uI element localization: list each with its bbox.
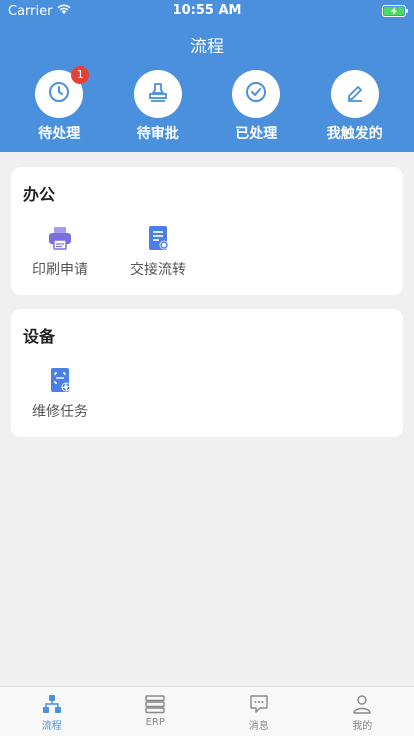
section-grid: 维修任务 bbox=[11, 365, 403, 421]
tab-profile[interactable]: 我的 bbox=[311, 687, 414, 736]
quick-action-circle bbox=[232, 70, 281, 118]
tab-label: 我的 bbox=[352, 721, 373, 732]
user-icon bbox=[351, 693, 373, 715]
print-request-item[interactable]: 印刷申请 bbox=[11, 223, 109, 279]
clock-icon bbox=[47, 80, 71, 108]
grid-item-label: 印刷申请 bbox=[32, 262, 88, 278]
quick-action-circle: 1 bbox=[35, 66, 90, 118]
quick-action-label: 已处理 bbox=[235, 126, 278, 142]
equipment-section-card: 设备 维修任务 bbox=[11, 309, 403, 437]
tab-messages[interactable]: 消息 bbox=[207, 687, 311, 736]
printer-icon bbox=[45, 223, 75, 253]
quick-action-circle bbox=[133, 70, 182, 118]
message-icon bbox=[248, 693, 270, 715]
quick-action-processed[interactable]: 已处理 bbox=[216, 70, 296, 144]
document-transfer-icon bbox=[143, 223, 173, 253]
section-title: 设备 bbox=[23, 327, 56, 346]
quick-action-circle bbox=[330, 70, 379, 118]
maintenance-document-icon bbox=[45, 365, 75, 395]
stamp-icon bbox=[146, 80, 170, 108]
quick-action-pending[interactable]: 1 待处理 bbox=[19, 66, 99, 144]
grid-item-label: 交接流转 bbox=[130, 262, 186, 278]
workflow-icon bbox=[41, 693, 63, 715]
quick-action-label: 我触发的 bbox=[326, 126, 383, 142]
quick-action-approval[interactable]: 待审批 bbox=[118, 70, 198, 144]
office-section-card: 办公 印刷申请 交接流转 bbox=[11, 167, 403, 295]
tab-label: 流程 bbox=[41, 721, 62, 732]
status-time: 10:55 AM bbox=[172, 3, 242, 18]
app-header: Carrier 10:55 AM 流程 1 待处理 待审批 已处理 我触发的 bbox=[0, 0, 414, 152]
status-bar: Carrier 10:55 AM bbox=[0, 0, 414, 22]
maintenance-task-item[interactable]: 维修任务 bbox=[11, 365, 109, 421]
tab-label: 消息 bbox=[248, 721, 269, 732]
tab-label: ERP bbox=[145, 717, 165, 728]
bottom-tab-bar: 流程 ERP 消息 我的 bbox=[0, 686, 414, 736]
check-circle-icon bbox=[244, 80, 268, 108]
page-title: 流程 bbox=[190, 37, 224, 57]
tab-workflow[interactable]: 流程 bbox=[0, 687, 104, 736]
pending-count-badge: 1 bbox=[71, 66, 90, 84]
quick-action-label: 待处理 bbox=[38, 126, 81, 142]
battery-icon bbox=[382, 5, 408, 17]
quick-actions: 1 待处理 待审批 已处理 我触发的 bbox=[0, 66, 414, 144]
section-title: 办公 bbox=[23, 185, 56, 204]
pen-icon bbox=[343, 80, 367, 108]
section-grid: 印刷申请 交接流转 bbox=[11, 223, 403, 279]
server-icon bbox=[144, 693, 166, 715]
handover-transfer-item[interactable]: 交接流转 bbox=[109, 223, 207, 279]
quick-action-initiated[interactable]: 我触发的 bbox=[315, 70, 395, 144]
quick-action-label: 待审批 bbox=[136, 126, 179, 142]
tab-erp[interactable]: ERP bbox=[104, 687, 208, 736]
grid-item-label: 维修任务 bbox=[32, 404, 88, 420]
